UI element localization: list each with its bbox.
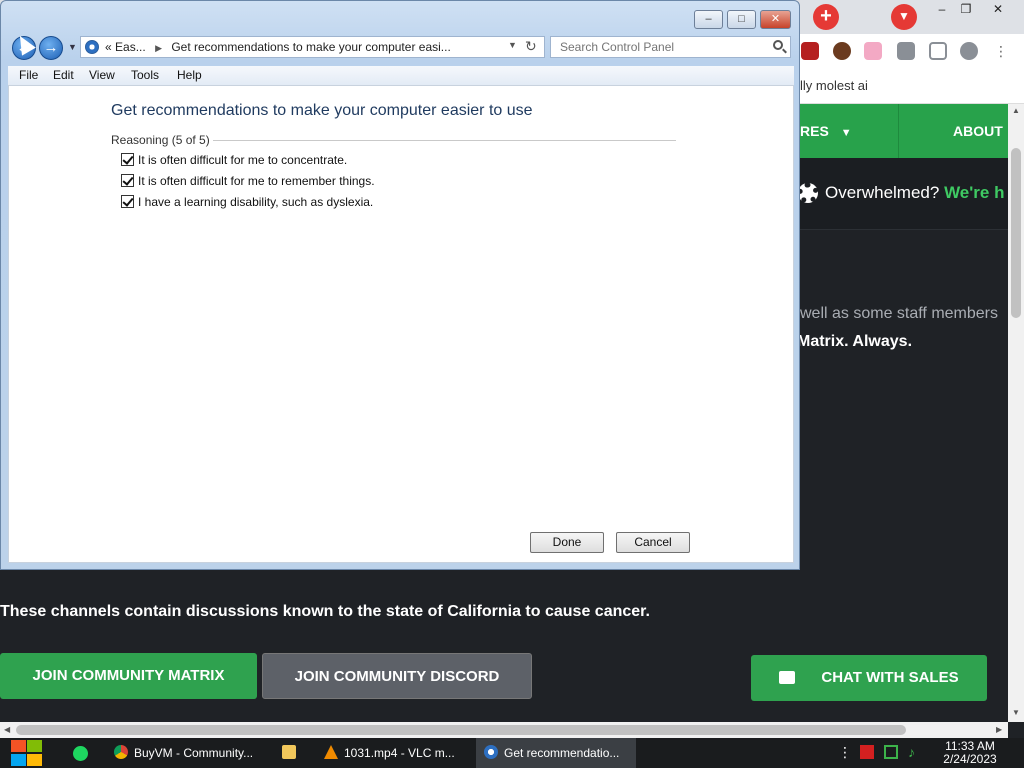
- network-icon[interactable]: [884, 745, 898, 759]
- chevron-down-icon: ▼: [840, 127, 852, 139]
- spotify-pin[interactable]: [62, 739, 100, 767]
- new-tab-plus-icon[interactable]: +: [813, 4, 839, 30]
- chrome-menu-icon[interactable]: ⋮: [992, 42, 1010, 60]
- menu-tools[interactable]: Tools: [131, 68, 159, 82]
- close-button[interactable]: ✕: [760, 10, 791, 29]
- refresh-icon[interactable]: ↻: [525, 38, 537, 55]
- tab-search-chevron-icon[interactable]: ▼: [891, 4, 917, 30]
- address-dropdown-icon[interactable]: ▼: [508, 40, 517, 50]
- recent-pages-chevron-icon[interactable]: ▼: [68, 42, 77, 52]
- chrome-restore-button[interactable]: ❐: [952, 0, 980, 18]
- chrome-icon: [114, 745, 128, 759]
- vlc-icon: [324, 745, 338, 759]
- staff-text: well as some staff members: [800, 305, 998, 322]
- help-banner-link[interactable]: We're h: [944, 183, 1004, 202]
- menu-file[interactable]: File: [19, 68, 38, 82]
- chrome-close-button[interactable]: ✕: [984, 0, 1012, 18]
- side-panel-icon[interactable]: [929, 42, 947, 60]
- puzzle-extensions-icon[interactable]: [897, 42, 915, 60]
- join-matrix-button[interactable]: JOIN COMMUNITY MATRIX: [0, 653, 257, 699]
- forward-arrow-icon[interactable]: →: [39, 36, 63, 60]
- search-icon[interactable]: [773, 40, 783, 50]
- task-chrome[interactable]: BuyVM - Community...: [106, 738, 266, 768]
- action-center-flag-icon[interactable]: [860, 745, 874, 759]
- chat-with-sales-button[interactable]: CHAT WITH SALES: [751, 655, 987, 701]
- ublock-extension-icon[interactable]: [801, 42, 819, 60]
- breadcrumb-ease-of-access[interactable]: Eas...: [115, 40, 146, 54]
- scroll-left-arrow-icon[interactable]: ◀: [4, 725, 10, 734]
- checkbox-checked-icon[interactable]: [121, 174, 134, 187]
- reasoning-group-label: Reasoning (5 of 5): [111, 133, 213, 147]
- menu-view[interactable]: View: [89, 68, 115, 82]
- help-banner-text: Overwhelmed? We're h: [825, 183, 1005, 202]
- checkbox-checked-icon[interactable]: [121, 195, 134, 208]
- address-bar[interactable]: « Eas... ▶ Get recommendations to make y…: [80, 36, 545, 58]
- taskbar: BuyVM - Community... 1031.mp4 - VLC m...…: [0, 738, 1024, 768]
- join-discord-button[interactable]: JOIN COMMUNITY DISCORD: [262, 653, 532, 699]
- cancel-button[interactable]: Cancel: [616, 532, 690, 553]
- channels-disclaimer: These channels contain discussions known…: [0, 603, 650, 620]
- checkbox-concentrate[interactable]: It is often difficult for me to concentr…: [121, 153, 347, 167]
- control-panel-icon: [484, 745, 498, 759]
- checkbox-learning-disability[interactable]: I have a learning disability, such as dy…: [121, 195, 373, 209]
- profile-avatar-icon[interactable]: [960, 42, 978, 60]
- menu-edit[interactable]: Edit: [53, 68, 74, 82]
- checkbox-remember[interactable]: It is often difficult for me to remember…: [121, 174, 375, 188]
- taskbar-clock[interactable]: 11:33 AM 2/24/2023: [930, 740, 1010, 766]
- search-box[interactable]: [550, 36, 791, 58]
- maximize-button[interactable]: □: [727, 10, 756, 29]
- menu-bar: File Edit View Tools Help: [8, 66, 794, 85]
- flag-extension-icon[interactable]: [864, 42, 882, 60]
- page-title: Get recommendations to make your compute…: [111, 102, 533, 119]
- content-pane: Get recommendations to make your compute…: [8, 85, 794, 563]
- scroll-right-arrow-icon[interactable]: ▶: [996, 725, 1002, 734]
- checkbox-checked-icon[interactable]: [121, 153, 134, 166]
- menu-help[interactable]: Help: [177, 68, 202, 82]
- breadcrumb: « Eas... ▶ Get recommendations to make y…: [105, 40, 451, 54]
- nav-item-about[interactable]: ABOUT U: [953, 104, 1008, 193]
- matrix-always-text: Matrix. Always.: [797, 333, 913, 350]
- nav-divider: [898, 104, 899, 158]
- task-file-explorer[interactable]: [270, 738, 308, 768]
- clock-date: 2/24/2023: [943, 752, 997, 766]
- search-input[interactable]: [551, 37, 766, 57]
- breadcrumb-current-page[interactable]: Get recommendations to make your compute…: [171, 40, 450, 54]
- bookmark-item[interactable]: lly molest ai: [800, 78, 868, 93]
- spotify-icon: [73, 746, 88, 761]
- lifebuoy-icon: [798, 183, 818, 203]
- avatar-extension-icon[interactable]: [833, 42, 851, 60]
- vertical-scrollbar-thumb[interactable]: [1011, 148, 1021, 318]
- breadcrumb-separator-icon[interactable]: ▶: [155, 43, 162, 53]
- control-panel-window: – □ ✕ ← → ▼ « Eas... ▶ Get recommendatio…: [0, 0, 800, 570]
- scroll-up-arrow-icon[interactable]: ▲: [1012, 106, 1020, 115]
- horizontal-scrollbar-thumb[interactable]: [16, 725, 906, 735]
- done-button[interactable]: Done: [530, 532, 604, 553]
- minimize-button[interactable]: –: [694, 10, 723, 29]
- tray-overflow-icon[interactable]: ⋮: [838, 745, 852, 759]
- control-panel-icon: [85, 40, 99, 54]
- task-vlc[interactable]: 1031.mp4 - VLC m...: [316, 738, 470, 768]
- task-control-panel[interactable]: Get recommendatio...: [476, 738, 636, 768]
- volume-icon[interactable]: ♪: [908, 745, 922, 759]
- nav-item-resources[interactable]: RES ▼: [800, 104, 852, 158]
- start-button[interactable]: [9, 739, 43, 767]
- chat-bubble-icon: [779, 671, 796, 684]
- folder-icon: [282, 745, 296, 759]
- windows-logo-icon: [11, 740, 26, 752]
- scroll-down-arrow-icon[interactable]: ▼: [1012, 708, 1020, 717]
